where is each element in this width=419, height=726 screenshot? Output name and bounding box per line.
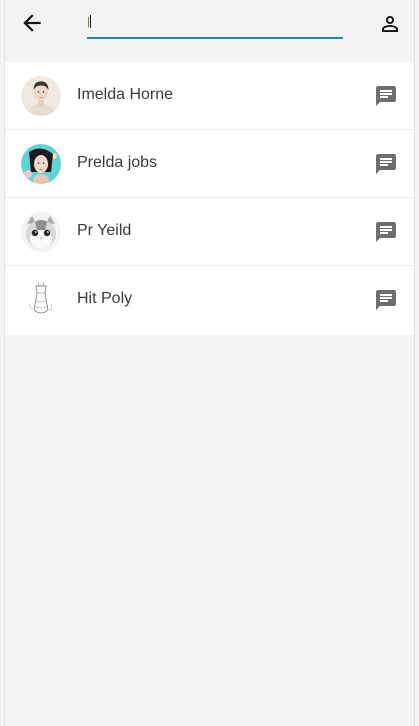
contact-list: Imelda Horne Prelda jobs Pr Yeild Hit Po… — [5, 62, 414, 335]
avatar — [21, 144, 61, 184]
contact-row[interactable]: Prelda jobs — [5, 130, 414, 198]
search-input[interactable] — [87, 12, 343, 34]
search-header — [5, 0, 414, 50]
chat-icon — [376, 86, 396, 106]
contact-name: Prelda jobs — [77, 154, 158, 171]
search-field[interactable] — [87, 10, 343, 39]
person-icon — [382, 16, 398, 32]
chat-icon — [376, 154, 396, 174]
arrow-left-icon — [23, 14, 41, 32]
contact-row[interactable]: Imelda Horne — [5, 62, 414, 130]
back-button[interactable] — [19, 10, 45, 36]
chat-icon — [376, 290, 396, 310]
app-frame: Imelda Horne Prelda jobs Pr Yeild Hit Po… — [4, 0, 415, 726]
chat-button[interactable] — [374, 152, 398, 176]
profile-button[interactable] — [378, 12, 402, 36]
text-cursor — [90, 15, 91, 28]
avatar — [21, 76, 61, 116]
contact-name: Hit Poly — [77, 290, 133, 307]
contact-row[interactable]: Pr Yeild — [5, 198, 414, 266]
contact-name: Imelda Horne — [77, 86, 174, 103]
avatar — [21, 212, 61, 252]
contact-row[interactable]: Hit Poly — [5, 266, 414, 335]
contact-name: Pr Yeild — [77, 222, 132, 239]
chat-icon — [376, 222, 396, 242]
avatar — [21, 280, 61, 320]
search-text — [88, 17, 89, 27]
chat-button[interactable] — [374, 84, 398, 108]
chat-button[interactable] — [374, 288, 398, 312]
chat-button[interactable] — [374, 220, 398, 244]
